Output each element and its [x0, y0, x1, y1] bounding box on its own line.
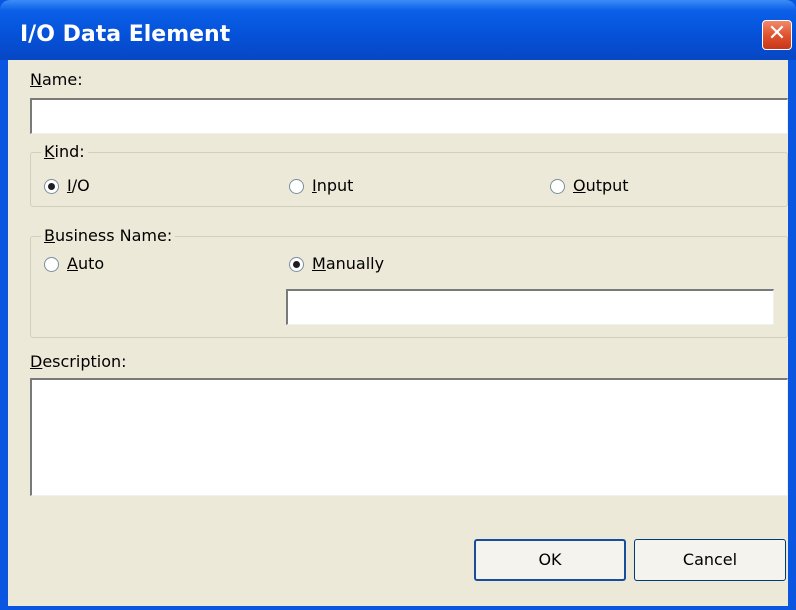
- kind-output-radio[interactable]: [550, 179, 565, 194]
- kind-output-label[interactable]: Output: [573, 176, 629, 195]
- description-textarea[interactable]: [30, 378, 788, 496]
- business-manually-label[interactable]: Manually: [312, 254, 384, 273]
- business-auto-radio[interactable]: [44, 257, 59, 272]
- kind-input-label[interactable]: Input: [312, 176, 353, 195]
- kind-legend: Kind:: [41, 142, 88, 161]
- title-bar[interactable]: I/O Data Element ✕: [0, 0, 796, 60]
- close-icon: ✕: [767, 21, 787, 46]
- close-button[interactable]: ✕: [762, 20, 792, 50]
- business-manually-radio[interactable]: [289, 257, 304, 272]
- cancel-button[interactable]: Cancel: [634, 539, 786, 581]
- business-name-input[interactable]: [286, 289, 774, 325]
- description-label: Description:: [30, 352, 127, 371]
- business-auto-label[interactable]: Auto: [67, 254, 104, 273]
- ok-button[interactable]: OK: [474, 539, 626, 581]
- name-label: Name:: [30, 70, 83, 89]
- dialog-window: I/O Data Element ✕ Name: Kind: I/O Input…: [0, 0, 796, 610]
- business-name-legend: Business Name:: [41, 226, 176, 245]
- dialog-title: I/O Data Element: [20, 22, 231, 47]
- name-input[interactable]: [30, 98, 788, 134]
- kind-io-label[interactable]: I/O: [67, 176, 90, 195]
- kind-group: Kind:: [30, 142, 788, 207]
- kind-input-radio[interactable]: [289, 179, 304, 194]
- dialog-body: Name: Kind: I/O Input Output Business Na…: [8, 60, 788, 606]
- kind-io-radio[interactable]: [44, 179, 59, 194]
